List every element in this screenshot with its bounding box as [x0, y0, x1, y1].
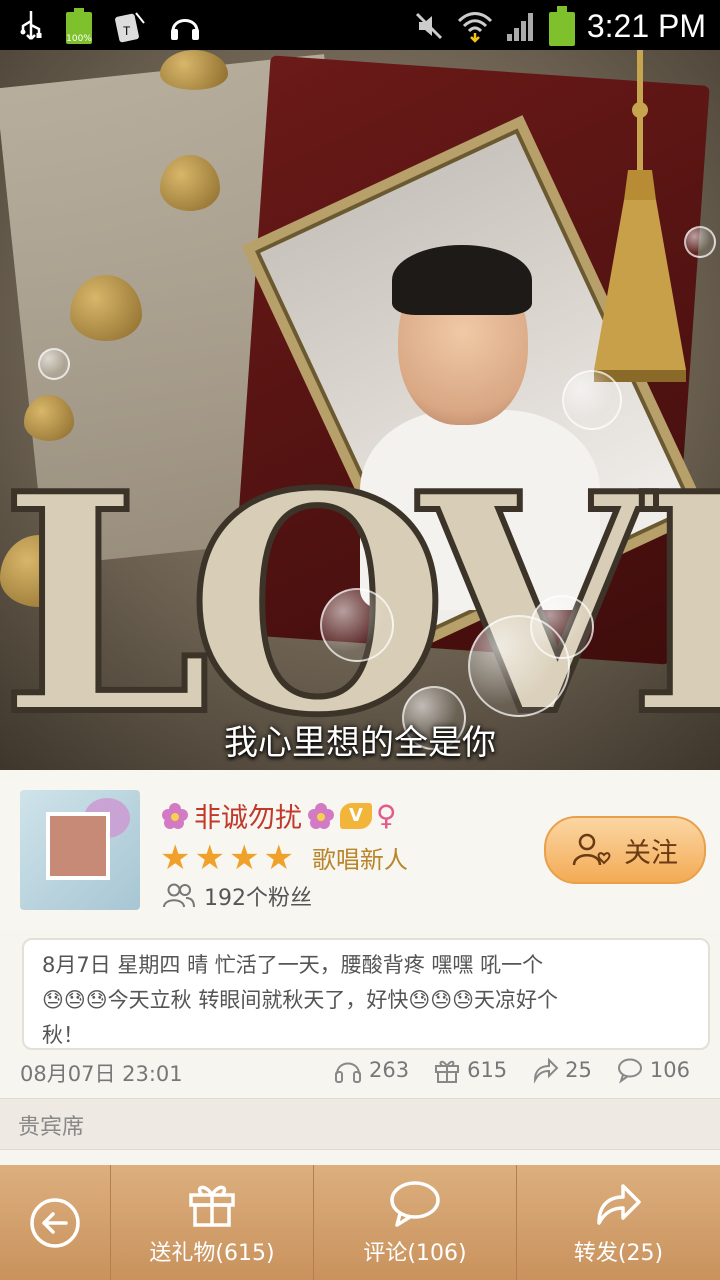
usb-icon	[20, 11, 42, 40]
post-date: 08月07日 23:01	[20, 1062, 183, 1086]
bubble-decoration	[530, 595, 594, 659]
comment-icon	[617, 1058, 642, 1084]
signal-icon	[506, 13, 533, 41]
gift-stat: 615	[433, 1056, 507, 1084]
star-icon: ★	[263, 837, 294, 878]
avatar-photo	[46, 812, 110, 880]
share-label: 转发(25)	[573, 1240, 664, 1266]
name-row: 非诚勿扰 V ♀	[160, 796, 397, 835]
battery-icon: 100%	[66, 8, 92, 44]
star-icon: ★	[194, 837, 225, 878]
battery-full-icon	[548, 6, 575, 46]
gift-count: 615	[467, 1058, 508, 1082]
flower-icon	[162, 802, 188, 829]
follow-button[interactable]: 关注	[544, 816, 706, 884]
battery-percent-label: 100%	[66, 34, 92, 44]
cover-image[interactable]: LOVE 我心里想的全是你	[0, 50, 720, 770]
listen-count: 263	[368, 1058, 410, 1082]
headphones-icon	[334, 1062, 361, 1083]
star-icon: ★	[228, 837, 260, 878]
avatar[interactable]	[20, 790, 140, 910]
fans-icon	[163, 883, 195, 908]
level-title: 歌唱新人	[311, 846, 408, 874]
comment-label: 评论(106)	[363, 1240, 467, 1266]
fans-count: 192个粉丝	[204, 886, 312, 911]
post-content: 8月7日 星期四 晴 忙活了一天，腰酸背疼 嘿嘿 吼一个 😓😓😓今天立秋 转眼间…	[22, 938, 710, 1050]
share-icon	[596, 1183, 641, 1225]
share-stat: 25	[531, 1056, 592, 1084]
share-count: 25	[565, 1058, 592, 1082]
bottom-toolbar: 送礼物(615) 评论(106) 转发(25)	[0, 1165, 720, 1280]
status-bar: 100% T 3:21 PM	[0, 0, 720, 50]
send-gift-label: 送礼物(615)	[149, 1240, 275, 1266]
share-button[interactable]: 转发(25)	[516, 1165, 720, 1280]
post-text-line: 秋！	[42, 1023, 84, 1047]
rating-row: ★ ★ ★ ★ 歌唱新人	[160, 840, 408, 875]
sim-icon: T	[115, 12, 145, 43]
star-icon: ★	[160, 837, 191, 878]
share-icon	[534, 1057, 559, 1084]
post-text-line: 8月7日 星期四 晴 忙活了一天，腰酸背疼 嘿嘿 吼一个	[42, 953, 544, 977]
post-stats: 263 615 25 106	[333, 1056, 690, 1084]
post-meta: 08月07日 23:01 263 615 25 106	[20, 1056, 700, 1090]
gift-icon	[189, 1185, 235, 1227]
comment-icon	[390, 1180, 440, 1227]
send-gift-button[interactable]: 送礼物(615)	[110, 1165, 313, 1280]
photo-person-hair	[392, 245, 532, 315]
follow-label: 关注	[624, 837, 678, 869]
mute-icon	[415, 12, 442, 40]
comment-button[interactable]: 评论(106)	[313, 1165, 516, 1280]
fans-row[interactable]: 192个粉丝	[162, 880, 312, 912]
svg-text:T: T	[123, 24, 131, 38]
gift-icon	[435, 1060, 460, 1083]
follow-icon	[572, 833, 611, 866]
bubble-decoration	[684, 226, 716, 258]
heart-decoration	[160, 50, 228, 90]
guest-section-label: 贵宾席	[18, 1115, 85, 1140]
status-bar-left-icons: 100% T	[18, 8, 202, 44]
bubble-decoration	[320, 588, 394, 662]
back-arrow-icon	[30, 1197, 80, 1248]
comment-stat: 106	[616, 1056, 690, 1084]
profile-section: 非诚勿扰 V ♀ ★ ★ ★ ★ 歌唱新人 192个粉丝 关注	[0, 770, 720, 930]
user-name[interactable]: 非诚勿扰	[194, 796, 302, 835]
status-bar-right-icons: 3:21 PM	[413, 6, 706, 46]
post-text-line: 😓😓😓今天立秋 转眼间就秋天了，好快😓😓😓天凉好个	[42, 988, 559, 1012]
clock: 3:21 PM	[586, 7, 706, 44]
wifi-icon	[457, 12, 492, 43]
cover-caption: 我心里想的全是你	[224, 723, 496, 763]
bubble-decoration	[562, 370, 622, 430]
headphones-icon	[171, 19, 199, 40]
vip-badge: V	[340, 802, 372, 829]
back-button[interactable]	[0, 1165, 110, 1280]
listen-stat: 263	[333, 1056, 409, 1084]
bubble-decoration	[38, 348, 70, 380]
guest-section-header: 贵宾席	[0, 1098, 720, 1150]
post-text: 8月7日 星期四 晴 忙活了一天，腰酸背疼 嘿嘿 吼一个 😓😓😓今天立秋 转眼间…	[42, 948, 692, 1053]
gender-icon: ♀	[376, 799, 397, 832]
flower-icon	[308, 802, 334, 829]
comment-count: 106	[649, 1058, 690, 1082]
